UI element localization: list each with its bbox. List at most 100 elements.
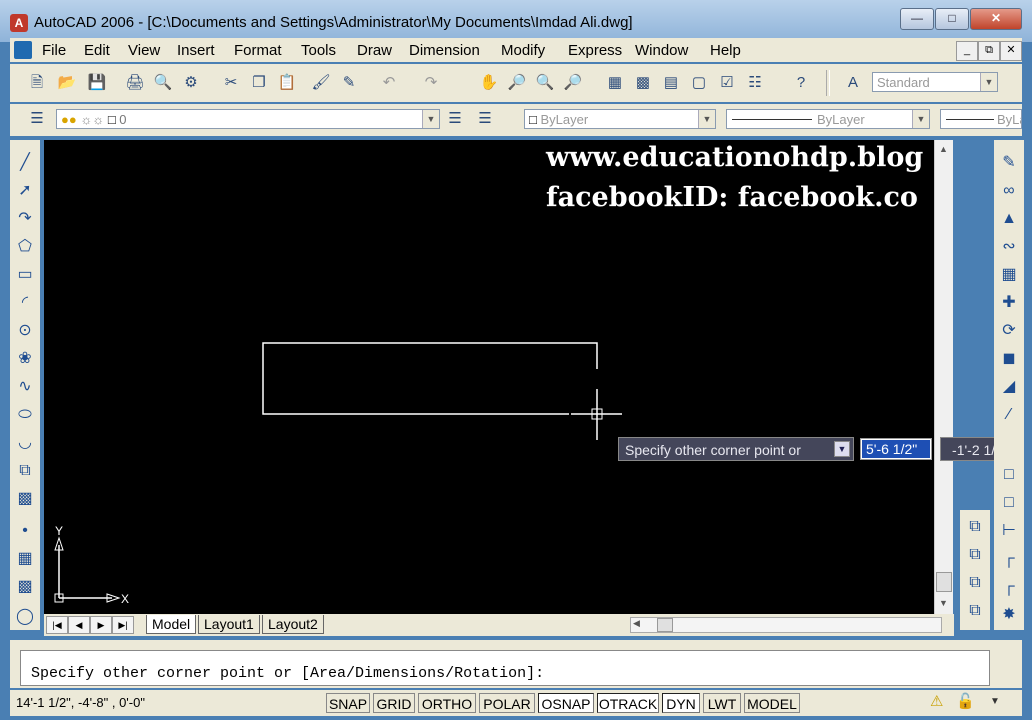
tab-layout1[interactable]: Layout1 (198, 615, 260, 634)
bring-above-icon[interactable]: ⧉ (964, 572, 986, 594)
copy-object-icon[interactable]: ∞ (998, 180, 1020, 202)
menu-format[interactable]: Format (234, 42, 282, 59)
prev-tab-icon[interactable]: ◀ (68, 616, 90, 634)
scroll-up-icon[interactable]: ▲ (939, 144, 948, 154)
polyline-icon[interactable]: ↷ (14, 208, 36, 230)
scroll-thumb[interactable] (936, 572, 952, 592)
array-icon[interactable]: ▦ (998, 264, 1020, 286)
send-under-icon[interactable]: ⧉ (964, 600, 986, 622)
trim-icon[interactable]: ∕ (998, 404, 1020, 426)
plot-preview-icon[interactable]: 🔍 (152, 72, 174, 94)
scroll-left-icon[interactable]: ◀ (633, 618, 640, 629)
chevron-down-icon[interactable]: ▼ (422, 110, 439, 128)
explode-icon[interactable]: ┌ (998, 576, 1020, 598)
fillet-icon[interactable]: ┌ (998, 548, 1020, 570)
redo-icon[interactable]: ↷ (420, 72, 442, 94)
construction-line-icon[interactable]: ➚ (14, 180, 36, 202)
dynamic-input-value-1[interactable]: 5'-6 1/2" (860, 438, 932, 460)
ellipse-arc-icon[interactable]: ◡ (14, 432, 36, 454)
menu-express[interactable]: Express (568, 42, 622, 59)
layer-manager-icon[interactable]: ☰ (26, 108, 48, 130)
ortho-button[interactable]: ORTHO (418, 693, 476, 713)
maximize-icon[interactable]: □ (935, 8, 969, 30)
osnap-button[interactable]: OSNAP (538, 693, 594, 713)
match-properties-icon[interactable]: 🖌 (310, 72, 332, 94)
zoom-window-icon[interactable]: 🔍 (534, 72, 556, 94)
point-icon[interactable]: • (14, 520, 36, 542)
arc-icon[interactable]: ◜ (14, 292, 36, 314)
plot-icon[interactable]: 🖨 (124, 72, 146, 94)
menu-draw[interactable]: Draw (357, 42, 392, 59)
help-icon[interactable]: ? (790, 72, 812, 94)
open-icon[interactable]: 📂 (56, 72, 78, 94)
circle-icon[interactable]: ⊙ (14, 320, 36, 342)
menu-modify[interactable]: Modify (501, 42, 545, 59)
menu-insert[interactable]: Insert (177, 42, 215, 59)
rectangle-icon[interactable]: ▭ (14, 264, 36, 286)
scroll-down-icon[interactable]: ▼ (939, 598, 948, 608)
menu-window[interactable]: Window (635, 42, 688, 59)
last-tab-icon[interactable]: ▶| (112, 616, 134, 634)
sheet-set-icon[interactable]: ▢ (688, 72, 710, 94)
spline-icon[interactable]: ∿ (14, 376, 36, 398)
design-center-icon[interactable]: ▩ (632, 72, 654, 94)
ellipse-icon[interactable]: ⬭ (14, 404, 36, 426)
doc-minimize-icon[interactable]: _ (956, 41, 978, 61)
chamfer-icon[interactable]: ⊢ (998, 520, 1020, 542)
zoom-previous-icon[interactable]: 🔎 (562, 72, 584, 94)
chevron-down-icon[interactable]: ▼ (698, 110, 715, 128)
bring-to-front-icon[interactable]: ⧉ (964, 516, 986, 538)
snap-button[interactable]: SNAP (326, 693, 370, 713)
explode-star-icon[interactable]: ✸ (998, 604, 1020, 626)
drawing-canvas[interactable]: www.educationohdp.blog facebookID: faceb… (44, 140, 934, 614)
break-icon[interactable]: □ (998, 464, 1020, 486)
save-icon[interactable]: 💾 (86, 72, 108, 94)
lwt-button[interactable]: LWT (703, 693, 741, 713)
tab-model[interactable]: Model (146, 615, 197, 634)
horizontal-scrollbar[interactable]: ◀ (630, 617, 942, 633)
tool-palettes-icon[interactable]: ▤ (660, 72, 682, 94)
first-tab-icon[interactable]: |◀ (46, 616, 68, 634)
status-menu-icon[interactable]: ▼ (990, 696, 1000, 707)
send-to-back-icon[interactable]: ⧉ (964, 544, 986, 566)
dyn-button[interactable]: DYN (662, 693, 700, 713)
menu-file[interactable]: File (42, 42, 66, 59)
markup-icon[interactable]: ☑ (716, 72, 738, 94)
rotate-icon[interactable]: ⟳ (998, 320, 1020, 342)
join-icon[interactable]: □ (998, 492, 1020, 514)
tab-layout2[interactable]: Layout2 (262, 615, 324, 634)
revision-cloud-icon[interactable]: ❀ (14, 348, 36, 370)
chevron-down-icon[interactable]: ▼ (980, 73, 997, 91)
vertical-scrollbar[interactable]: ▲ ▼ (934, 140, 953, 614)
pan-icon[interactable]: ✋ (478, 72, 500, 94)
menu-tools[interactable]: Tools (301, 42, 336, 59)
scale-icon[interactable]: ◼ (998, 348, 1020, 370)
doc-close-icon[interactable]: ✕ (1000, 41, 1022, 61)
copy-icon[interactable]: ❐ (248, 72, 270, 94)
chevron-down-icon[interactable]: ▼ (912, 110, 929, 128)
otrack-button[interactable]: OTRACK (597, 693, 659, 713)
command-line[interactable]: Specify other corner point or [Area/Dime… (20, 650, 990, 686)
move-icon[interactable]: ✚ (998, 292, 1020, 314)
color-combo[interactable]: □ ByLayer (524, 109, 716, 129)
menu-edit[interactable]: Edit (84, 42, 110, 59)
stretch-icon[interactable]: ◢ (998, 376, 1020, 398)
hatch-icon[interactable]: ▦ (14, 548, 36, 570)
line-icon[interactable]: ╱ (14, 152, 36, 174)
hscroll-thumb[interactable] (657, 618, 673, 632)
communication-center-icon[interactable]: ⚠ (930, 692, 943, 710)
paste-icon[interactable]: 📋 (276, 72, 298, 94)
zoom-realtime-icon[interactable]: 🔎 (506, 72, 528, 94)
doc-restore-icon[interactable]: ⧉ (978, 41, 1000, 61)
make-block-icon[interactable]: ▩ (14, 488, 36, 510)
polygon-icon[interactable]: ⬠ (14, 236, 36, 258)
region-icon[interactable]: ◯ (14, 606, 36, 628)
quickcalc-icon[interactable]: ☷ (744, 72, 766, 94)
insert-block-icon[interactable]: ⧉ (14, 460, 36, 482)
publish-icon[interactable]: ⚙ (180, 72, 202, 94)
minimize-icon[interactable]: — (900, 8, 934, 30)
layer-previous-icon[interactable]: ☰ (474, 108, 496, 130)
autocad-app-icon[interactable]: A (10, 14, 28, 32)
menu-dimension[interactable]: Dimension (409, 42, 480, 59)
new-icon[interactable]: 🗎 (26, 72, 48, 94)
